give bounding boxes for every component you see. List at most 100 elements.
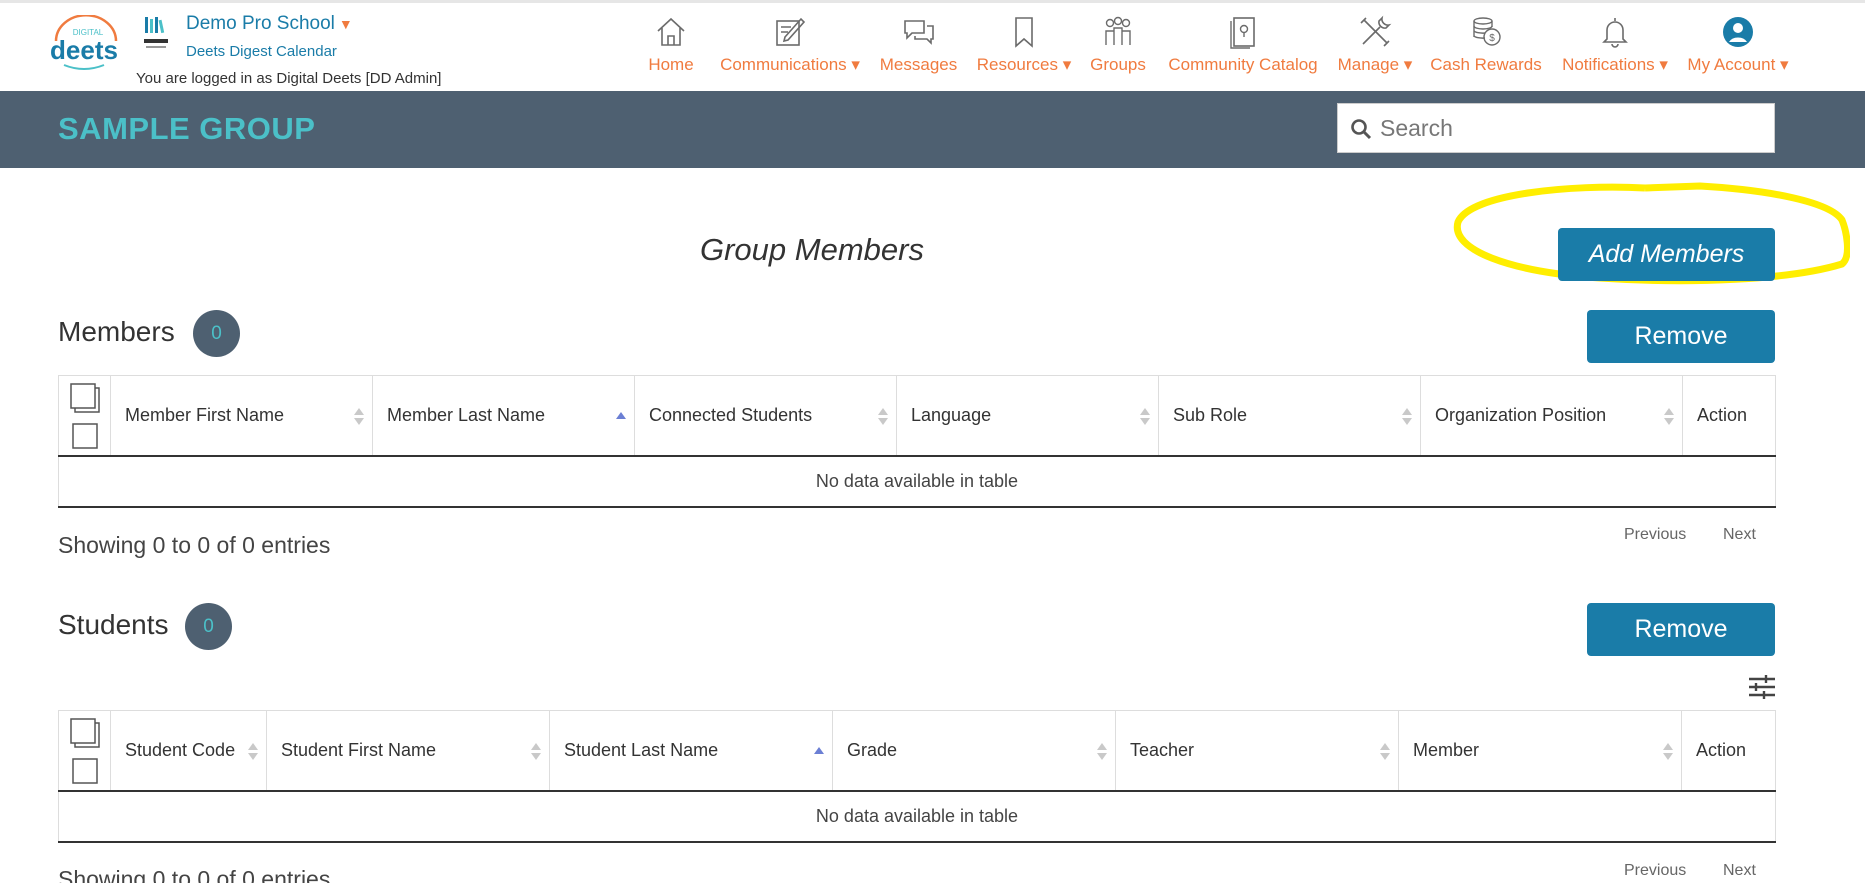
col-sub-role[interactable]: Sub Role	[1158, 375, 1421, 457]
people-icon	[1088, 15, 1148, 51]
col-organization-position[interactable]: Organization Position	[1420, 375, 1683, 457]
nav-messages[interactable]: Messages	[876, 15, 961, 79]
nav-resources[interactable]: Resources ▾	[973, 15, 1075, 79]
nav-cash-rewards-label: Cash Rewards	[1430, 55, 1542, 74]
nav-resources-label: Resources ▾	[976, 55, 1072, 74]
search-input[interactable]	[1380, 104, 1770, 152]
sort-icon	[1140, 408, 1150, 426]
svg-text:deets: deets	[50, 35, 118, 65]
sort-icon	[531, 743, 541, 761]
empty-table-message: No data available in table	[58, 790, 1776, 843]
members-previous-button[interactable]: Previous	[1624, 526, 1686, 544]
col-member-last-name[interactable]: Member Last Name	[372, 375, 635, 457]
col-student-code[interactable]: Student Code	[110, 710, 267, 792]
nav-notifications-label: Notifications ▾	[1562, 55, 1668, 74]
sort-icon	[1664, 408, 1674, 426]
members-next-button[interactable]: Next	[1723, 526, 1756, 544]
login-status: You are logged in as Digital Deets [DD A…	[136, 70, 442, 87]
col-label: Student First Name	[281, 739, 437, 760]
checkbox-icon	[70, 383, 100, 449]
members-table-header: Member First Name Member Last Name Conne…	[58, 375, 1776, 457]
nav-community-catalog[interactable]: Community Catalog	[1163, 15, 1323, 79]
students-count-badge: 0	[185, 603, 232, 650]
col-label: Student Last Name	[564, 739, 719, 760]
sort-asc-icon	[616, 408, 626, 426]
nav-groups[interactable]: Groups	[1088, 15, 1148, 79]
group-title: SAMPLE GROUP	[58, 111, 316, 146]
top-header: DIGITAL deets Demo Pro School ▼ Deets Dig…	[0, 0, 1865, 91]
page-heading: Group Members	[700, 232, 924, 267]
table-row: No data available in table	[58, 790, 1776, 843]
col-action: Action	[1682, 375, 1776, 457]
col-grade[interactable]: Grade	[832, 710, 1116, 792]
search-icon	[1351, 119, 1372, 140]
col-member[interactable]: Member	[1398, 710, 1682, 792]
sort-icon	[248, 743, 258, 761]
col-label: Member Last Name	[387, 404, 546, 425]
school-selector[interactable]: Demo Pro School ▼	[186, 13, 353, 35]
home-icon	[640, 15, 702, 51]
nav-manage-label: Manage ▾	[1337, 55, 1413, 74]
select-all-checkbox[interactable]	[58, 710, 111, 792]
sort-icon	[878, 408, 888, 426]
students-label: Students	[58, 609, 169, 640]
user-icon	[1682, 15, 1794, 51]
col-label: Member First Name	[125, 404, 285, 425]
nav-my-account-label: My Account ▾	[1687, 55, 1789, 74]
members-label: Members	[58, 316, 175, 347]
students-table: Student Code Student First Name Student …	[58, 710, 1776, 843]
group-banner: SAMPLE GROUP	[0, 91, 1865, 168]
school-subtitle[interactable]: Deets Digest Calendar	[186, 43, 337, 60]
col-student-first-name[interactable]: Student First Name	[266, 710, 550, 792]
bookmark-icon	[973, 15, 1075, 51]
nav-groups-label: Groups	[1090, 55, 1146, 74]
column-settings-icon[interactable]	[1748, 674, 1776, 700]
deets-logo-icon: DIGITAL deets	[50, 14, 118, 70]
sort-asc-icon	[814, 743, 824, 761]
select-all-checkbox[interactable]	[58, 375, 111, 457]
svg-text:$: $	[1489, 33, 1495, 44]
students-next-button[interactable]: Next	[1723, 862, 1756, 880]
col-teacher[interactable]: Teacher	[1115, 710, 1399, 792]
col-label: Grade	[847, 739, 898, 760]
col-student-last-name[interactable]: Student Last Name	[549, 710, 833, 792]
search-box[interactable]	[1337, 103, 1775, 153]
col-language[interactable]: Language	[896, 375, 1159, 457]
nav-notifications[interactable]: Notifications ▾	[1557, 15, 1673, 79]
nav-communications[interactable]: Communications ▾	[715, 15, 865, 79]
edit-icon	[715, 15, 865, 51]
col-label: Action	[1696, 739, 1747, 760]
coins-icon: $	[1426, 15, 1546, 51]
checkbox-icon	[70, 718, 100, 784]
nav-communications-label: Communications ▾	[720, 55, 860, 74]
table-row: No data available in table	[58, 455, 1776, 508]
students-previous-button[interactable]: Previous	[1624, 862, 1686, 880]
deets-logo[interactable]: DIGITAL deets	[46, 14, 124, 73]
col-label: Action	[1697, 404, 1748, 425]
nav-my-account[interactable]: My Account ▾	[1682, 15, 1794, 79]
nav-cash-rewards[interactable]: $ Cash Rewards	[1426, 15, 1546, 79]
students-table-header: Student Code Student First Name Student …	[58, 710, 1776, 792]
sort-icon	[1097, 743, 1107, 761]
sort-icon	[1663, 743, 1673, 761]
members-table: Member First Name Member Last Name Conne…	[58, 375, 1776, 508]
nav-messages-label: Messages	[879, 55, 958, 74]
col-connected-students[interactable]: Connected Students	[634, 375, 897, 457]
col-member-first-name[interactable]: Member First Name	[110, 375, 373, 457]
add-members-button[interactable]: Add Members	[1558, 228, 1775, 281]
sort-icon	[354, 408, 364, 426]
members-table-info: Showing 0 to 0 of 0 entries	[58, 532, 331, 558]
students-table-info: Showing 0 to 0 of 0 entries	[58, 866, 331, 883]
col-label: Language	[911, 404, 992, 425]
nav-home-label: Home	[648, 55, 694, 74]
nav-manage[interactable]: Manage ▾	[1334, 15, 1416, 79]
remove-students-button[interactable]: Remove	[1587, 603, 1775, 656]
col-label: Organization Position	[1435, 404, 1607, 425]
col-label: Sub Role	[1173, 404, 1248, 425]
nav-home[interactable]: Home	[640, 15, 702, 79]
remove-members-button[interactable]: Remove	[1587, 310, 1775, 363]
empty-table-message: No data available in table	[58, 455, 1776, 508]
school-books-icon	[142, 15, 170, 53]
caret-down-icon: ▼	[338, 16, 353, 32]
nav-community-catalog-label: Community Catalog	[1168, 55, 1318, 74]
